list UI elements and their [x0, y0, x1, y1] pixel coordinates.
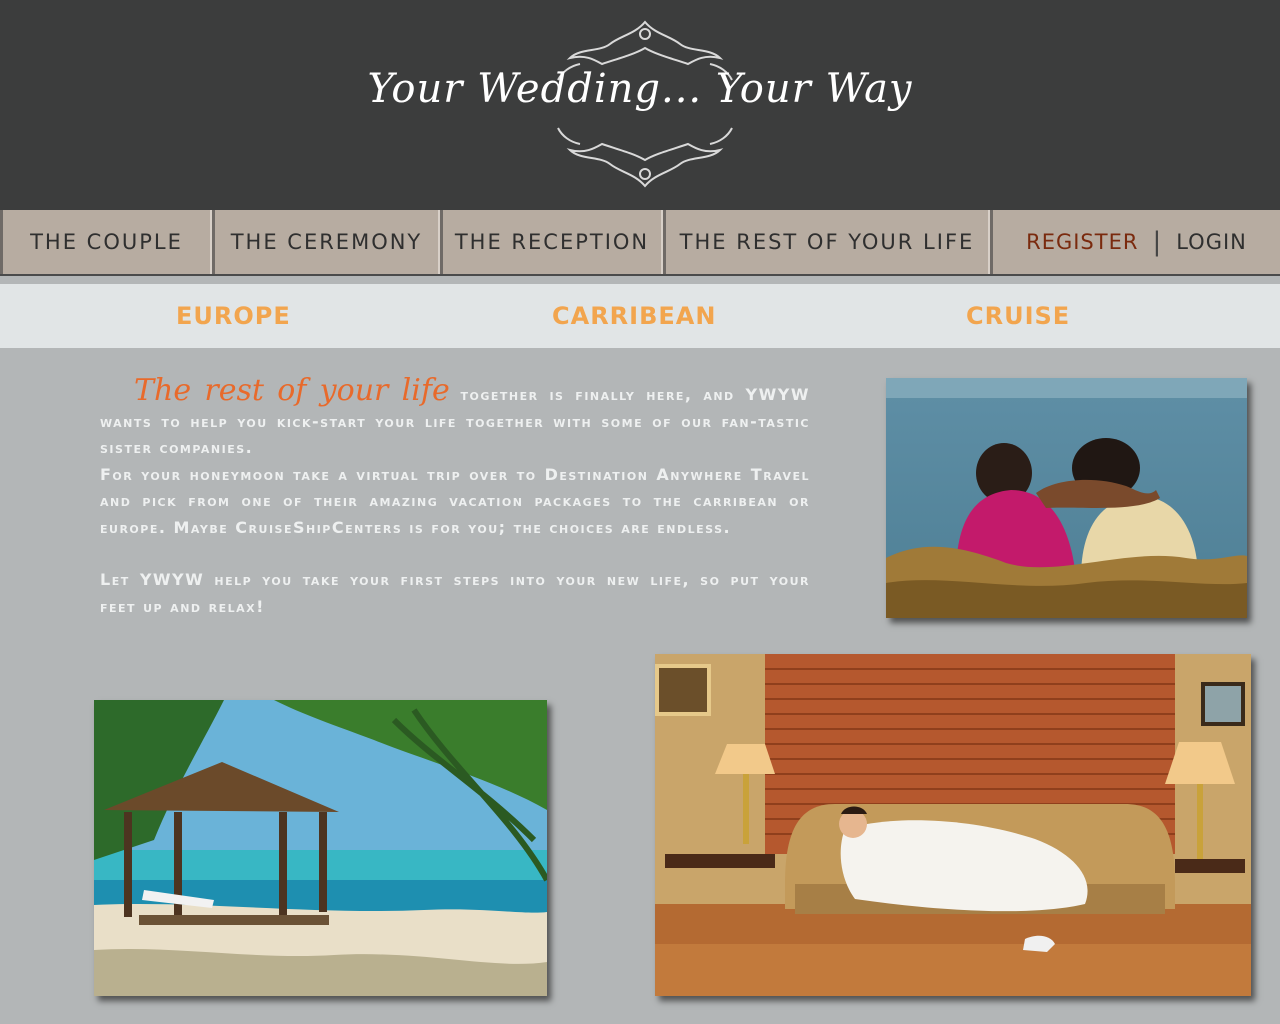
main-content: The rest of your life together is finall… — [100, 376, 810, 620]
login-link[interactable]: LOGIN — [1176, 230, 1247, 254]
site-header: Your Wedding... Your Way — [0, 0, 1280, 210]
tab-the-couple[interactable]: The Couple — [0, 210, 212, 274]
beach-gazebo-photo — [94, 700, 547, 996]
subnav-carribean[interactable]: CARRIBEAN — [552, 302, 716, 330]
lead-heading: The rest of your life — [134, 373, 450, 408]
main-nav: The Couple The Ceremony The Reception Th… — [0, 210, 1280, 276]
sub-nav: EUROPE CARRIBEAN CRUISE — [0, 284, 1280, 348]
subnav-europe[interactable]: EUROPE — [176, 302, 291, 330]
honeymoon-paragraph: For your honeymoon take a virtual trip o… — [100, 464, 810, 537]
couple-photo — [886, 378, 1247, 618]
intro-paragraph: The rest of your life together is finall… — [100, 376, 810, 462]
subnav-cruise[interactable]: CRUISE — [966, 302, 1070, 330]
tab-the-rest-of-your-life[interactable]: The Rest of Your Life — [663, 210, 990, 274]
auth-divider: | — [1152, 227, 1163, 257]
auth-links: REGISTER | LOGIN — [990, 210, 1280, 274]
register-link[interactable]: REGISTER — [1026, 230, 1138, 254]
closing-paragraph: Let YWYW help you take your first steps … — [100, 570, 810, 616]
bride-sofa-photo — [655, 654, 1251, 996]
tab-the-reception[interactable]: The Reception — [440, 210, 663, 274]
site-title[interactable]: Your Wedding... Your Way — [0, 66, 1280, 112]
tab-the-ceremony[interactable]: The Ceremony — [212, 210, 440, 274]
